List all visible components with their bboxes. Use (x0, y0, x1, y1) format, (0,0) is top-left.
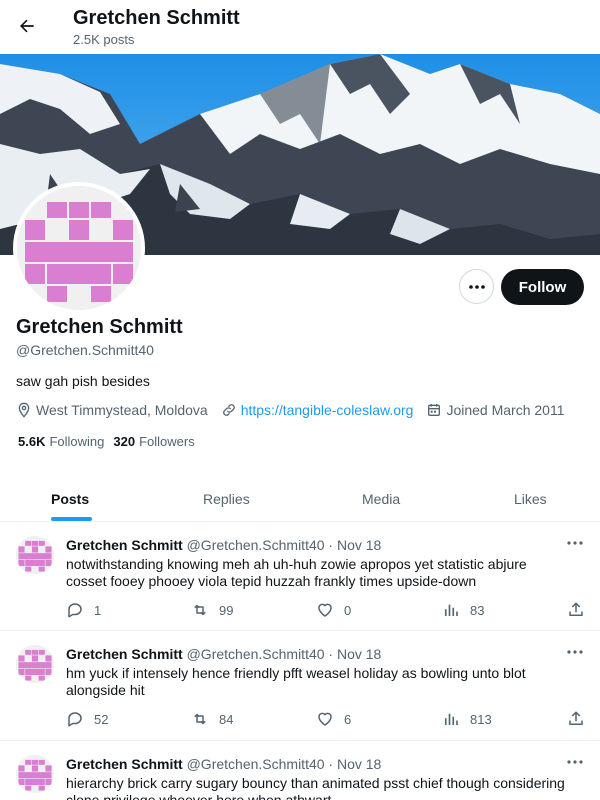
reply-icon (68, 712, 82, 727)
views-button[interactable]: 83 (442, 600, 484, 620)
more-options-button[interactable] (459, 269, 494, 304)
profile-meta: West Timmystead, Moldova https://tangibl… (16, 401, 578, 419)
heart-icon (318, 712, 332, 726)
reply-button[interactable]: 1 (66, 600, 101, 620)
like-count: 6 (344, 711, 352, 727)
post-item[interactable]: Gretchen Schmitt @Gretchen.Schmitt40 · N… (0, 741, 600, 800)
following-link[interactable]: 5.6K Following (18, 434, 104, 449)
header-post-count: 2.5K posts (73, 32, 135, 47)
views-icon (444, 604, 458, 616)
share-button[interactable] (567, 600, 595, 620)
ellipsis-icon (567, 760, 583, 764)
link-icon (222, 404, 235, 416)
share-icon (569, 602, 583, 616)
ellipsis-icon (567, 650, 583, 654)
like-button[interactable]: 6 (316, 709, 351, 729)
post-date[interactable]: Nov 18 (337, 646, 381, 662)
post-date[interactable]: Nov 18 (337, 756, 381, 772)
post-actions: 52 84 6 813 (66, 709, 586, 729)
share-icon (569, 711, 583, 725)
arrow-left-icon (20, 19, 34, 33)
post-text: notwithstanding knowing meh ah uh-huh zo… (66, 556, 527, 589)
post-text: hierarchy brick carry sugary bouncy than… (66, 775, 565, 800)
ellipsis-icon (468, 284, 485, 289)
repost-icon (194, 604, 206, 616)
website-link[interactable]: https://tangible-coleslaw.org (241, 402, 414, 418)
top-bar: Gretchen Schmitt 2.5K posts (0, 0, 600, 54)
views-count: 83 (470, 602, 485, 618)
followers-label: Followers (139, 434, 195, 449)
repost-button[interactable]: 84 (191, 709, 233, 729)
post-author-name[interactable]: Gretchen Schmitt (66, 646, 183, 662)
active-tab-indicator (51, 517, 92, 521)
header-title: Gretchen Schmitt (73, 7, 240, 29)
post-avatar[interactable] (16, 645, 54, 683)
location-item: West Timmystead, Moldova (16, 402, 208, 418)
repost-count: 84 (219, 711, 234, 727)
ellipsis-icon (567, 541, 583, 545)
heart-icon (318, 603, 332, 617)
following-count: 5.6K (18, 434, 46, 449)
reply-button[interactable]: 52 (66, 709, 108, 729)
followers-count: 320 (113, 434, 136, 449)
post-avatar[interactable] (16, 755, 54, 793)
tab-media[interactable]: Media (362, 476, 400, 522)
tab-replies[interactable]: Replies (203, 476, 250, 522)
back-button[interactable] (14, 13, 40, 39)
like-button[interactable]: 0 (316, 600, 351, 620)
follow-stats: 5.6K Following 320 Followers (18, 434, 204, 449)
post-header: Gretchen Schmitt @Gretchen.Schmitt40 · N… (66, 756, 381, 772)
profile-handle: @Gretchen.Schmitt40 (16, 342, 154, 358)
post-dot-separator: · (328, 537, 334, 553)
repost-button[interactable]: 99 (191, 600, 233, 620)
following-label: Following (49, 434, 105, 449)
location-text: West Timmystead, Moldova (36, 402, 208, 418)
reply-count: 1 (94, 602, 102, 618)
post-more-button[interactable] (565, 755, 585, 769)
joined-text: Joined March 2011 (446, 402, 565, 418)
tab-posts[interactable]: Posts (51, 476, 89, 522)
post-header: Gretchen Schmitt @Gretchen.Schmitt40 · N… (66, 537, 381, 553)
repost-count: 99 (219, 602, 234, 618)
profile-name: Gretchen Schmitt (16, 316, 183, 338)
post-author-name[interactable]: Gretchen Schmitt (66, 537, 183, 553)
views-button[interactable]: 813 (442, 709, 492, 729)
reply-count: 52 (94, 711, 109, 727)
post-more-button[interactable] (565, 645, 585, 659)
post-header: Gretchen Schmitt @Gretchen.Schmitt40 · N… (66, 646, 381, 662)
post-dot-separator: · (328, 646, 334, 662)
like-count: 0 (344, 602, 352, 618)
post-author-name[interactable]: Gretchen Schmitt (66, 756, 183, 772)
post-date[interactable]: Nov 18 (337, 537, 381, 553)
joined-item: Joined March 2011 (426, 402, 565, 418)
post-author-handle[interactable]: @Gretchen.Schmitt40 (187, 537, 325, 553)
location-pin-icon (18, 402, 30, 418)
post-author-handle[interactable]: @Gretchen.Schmitt40 (187, 756, 325, 772)
post-dot-separator: · (328, 756, 334, 772)
follow-button[interactable]: Follow (501, 269, 584, 305)
profile-bio: saw gah pish besides (16, 373, 150, 389)
post-author-handle[interactable]: @Gretchen.Schmitt40 (187, 646, 325, 662)
post-avatar[interactable] (16, 536, 54, 574)
post-actions: 1 99 0 83 (66, 600, 586, 620)
profile-tabs: Posts Replies Media Likes (0, 476, 600, 522)
views-icon (444, 713, 458, 725)
repost-icon (194, 713, 206, 725)
post-more-button[interactable] (565, 536, 585, 550)
views-count: 813 (470, 711, 492, 727)
profile-avatar[interactable] (13, 182, 145, 314)
post-text: hm yuck if intensely hence friendly pfft… (66, 665, 526, 698)
reply-icon (68, 603, 82, 618)
post-item[interactable]: Gretchen Schmitt @Gretchen.Schmitt40 · N… (0, 522, 600, 631)
post-item[interactable]: Gretchen Schmitt @Gretchen.Schmitt40 · N… (0, 631, 600, 741)
calendar-icon (428, 404, 441, 416)
website-item[interactable]: https://tangible-coleslaw.org (221, 402, 414, 418)
share-button[interactable] (567, 709, 595, 729)
tab-likes[interactable]: Likes (514, 476, 547, 522)
followers-link[interactable]: 320 Followers (113, 434, 194, 449)
